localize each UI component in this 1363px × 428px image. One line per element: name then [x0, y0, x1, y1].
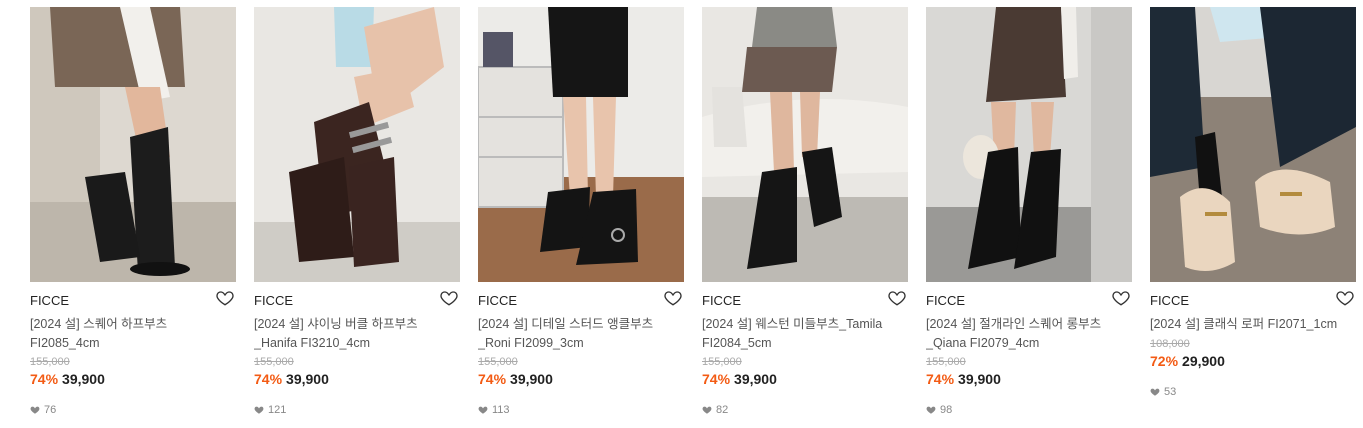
product-title[interactable]: [2024 설] 웨스턴 미들부츠_Tamila FI2084_5cm [702, 315, 908, 352]
product-image[interactable] [478, 7, 684, 282]
price-line: 74% 39,900 [702, 369, 908, 389]
wishlist-heart-icon[interactable] [1336, 289, 1354, 307]
like-count: 113 [478, 403, 684, 417]
discount-rate: 74% [30, 371, 59, 387]
discount-rate: 74% [478, 371, 507, 387]
original-price: 155,000 [702, 356, 742, 368]
product-grid: FICCE [2024 설] 스퀘어 하프부츠FI2085_4cm 155,00… [0, 0, 1363, 428]
product-card[interactable]: FICCE [2024 설] 샤이닝 버클 하프부츠_Hanifa FI3210… [254, 7, 460, 417]
brand-name[interactable]: FICCE [926, 293, 1132, 309]
brand-name[interactable]: FICCE [478, 293, 684, 309]
wishlist-heart-icon[interactable] [440, 289, 458, 307]
like-heart-icon [478, 406, 488, 414]
product-card[interactable]: FICCE [2024 설] 클래식 로퍼 FI2071_1cm 108,000… [1150, 7, 1356, 399]
like-heart-icon [254, 406, 264, 414]
product-card[interactable]: FICCE [2024 설] 절개라인 스퀘어 롱부츠_Qiana FI2079… [926, 7, 1132, 417]
discount-rate: 74% [254, 371, 283, 387]
product-card[interactable]: FICCE [2024 설] 디테일 스터드 앵클부츠_Roni FI2099_… [478, 7, 684, 417]
sale-price: 39,900 [734, 371, 777, 387]
like-count: 53 [1150, 385, 1356, 399]
sale-price: 29,900 [1182, 352, 1225, 369]
like-heart-icon [702, 406, 712, 414]
like-count: 82 [702, 403, 908, 417]
product-image[interactable] [254, 7, 460, 282]
like-heart-icon [1150, 388, 1160, 396]
product-image[interactable] [30, 7, 236, 282]
product-title[interactable]: [2024 설] 절개라인 스퀘어 롱부츠_Qiana FI2079_4cm [926, 315, 1132, 352]
sale-price: 39,900 [510, 371, 553, 387]
product-card[interactable]: FICCE [2024 설] 스퀘어 하프부츠FI2085_4cm 155,00… [30, 7, 236, 417]
original-price: 155,000 [30, 356, 70, 368]
like-count-value: 121 [268, 404, 287, 416]
product-image[interactable] [702, 7, 908, 282]
product-image[interactable] [1150, 7, 1356, 282]
brand-name[interactable]: FICCE [254, 293, 460, 309]
like-heart-icon [30, 406, 40, 414]
product-image[interactable] [926, 7, 1132, 282]
like-count-value: 53 [1164, 385, 1177, 398]
like-count: 121 [254, 403, 460, 417]
like-count-value: 113 [492, 404, 510, 416]
sale-price: 39,900 [286, 371, 329, 387]
discount-rate: 74% [702, 371, 731, 387]
like-count: 76 [30, 403, 236, 417]
original-price: 155,000 [254, 356, 294, 368]
product-title[interactable]: [2024 설] 스퀘어 하프부츠FI2085_4cm [30, 315, 236, 352]
wishlist-heart-icon[interactable] [888, 289, 906, 307]
like-count-value: 98 [940, 404, 953, 416]
product-title[interactable]: [2024 설] 샤이닝 버클 하프부츠_Hanifa FI3210_4cm [254, 315, 460, 352]
like-heart-icon [926, 406, 936, 414]
product-title[interactable]: [2024 설] 디테일 스터드 앵클부츠_Roni FI2099_3cm [478, 315, 684, 352]
price-line: 74% 39,900 [478, 369, 684, 389]
product-title[interactable]: [2024 설] 클래식 로퍼 FI2071_1cm [1150, 315, 1356, 334]
wishlist-heart-icon[interactable] [664, 289, 682, 307]
price-line: 74% 39,900 [926, 369, 1132, 389]
brand-name[interactable]: FICCE [1150, 293, 1356, 309]
sale-price: 39,900 [958, 371, 1001, 387]
brand-name[interactable]: FICCE [702, 293, 908, 309]
sale-price: 39,900 [62, 371, 105, 387]
discount-rate: 74% [926, 371, 955, 387]
brand-name[interactable]: FICCE [30, 293, 236, 309]
like-count-value: 76 [44, 404, 57, 416]
wishlist-heart-icon[interactable] [216, 289, 234, 307]
price-line: 74% 39,900 [30, 369, 236, 389]
price-line: 74% 39,900 [254, 369, 460, 389]
original-price: 155,000 [926, 356, 966, 368]
price-line: 72% 29,900 [1150, 351, 1356, 371]
product-card[interactable]: FICCE [2024 설] 웨스턴 미들부츠_Tamila FI2084_5c… [702, 7, 908, 417]
like-count-value: 82 [716, 404, 729, 416]
wishlist-heart-icon[interactable] [1112, 289, 1130, 307]
original-price: 108,000 [1150, 337, 1190, 350]
original-price: 155,000 [478, 356, 518, 368]
like-count: 98 [926, 403, 1132, 417]
discount-rate: 72% [1150, 352, 1179, 369]
